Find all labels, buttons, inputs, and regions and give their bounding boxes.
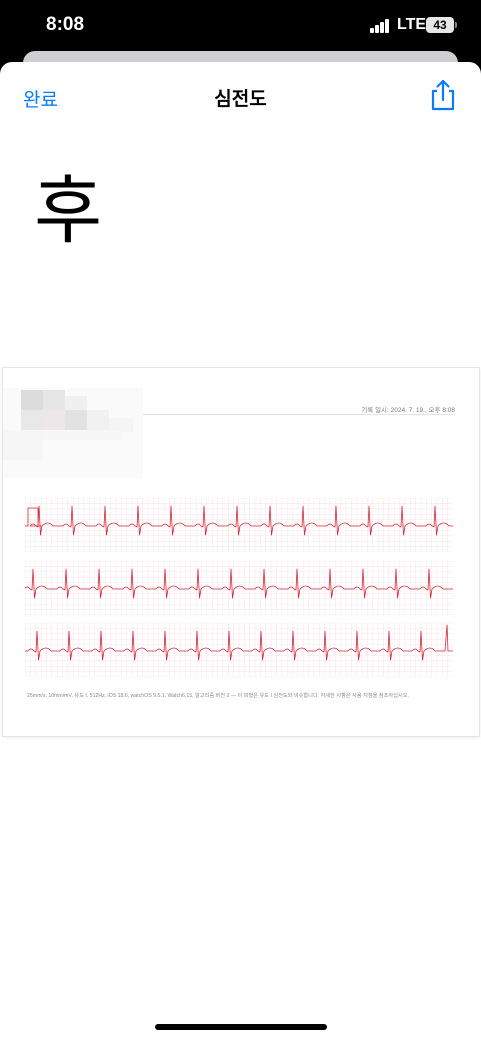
ecg-report-document: 기록 일시: 2024. 7. 19., 오후 8:08 25mm/s, 10m… bbox=[3, 368, 479, 736]
cellular-signal-icon bbox=[370, 19, 390, 33]
battery-icon: 43 bbox=[426, 17, 454, 33]
status-time: 8:08 bbox=[46, 14, 85, 35]
ecg-footer-note: 25mm/s, 10mm/mV, 유도 I, 512Hz, iOS 18.6, … bbox=[27, 693, 409, 699]
header-divider bbox=[143, 414, 455, 415]
ecg-strip-2 bbox=[25, 561, 453, 615]
redacted-personal-info bbox=[3, 388, 143, 478]
handwritten-annotation: 후 bbox=[34, 168, 103, 254]
ecg-strip-3 bbox=[25, 623, 453, 677]
share-icon[interactable] bbox=[428, 78, 458, 112]
page-title: 심전도 bbox=[214, 89, 267, 110]
ecg-strip-1 bbox=[25, 498, 453, 552]
status-bar: 8:08 LTE 43 bbox=[0, 0, 481, 52]
battery-nub bbox=[455, 22, 457, 28]
network-type: LTE bbox=[397, 16, 427, 33]
recorded-datetime: 기록 일시: 2024. 7. 19., 오후 8:08 bbox=[361, 407, 455, 414]
ecg-sheet: 완료 심전도 후 기록 일시: 2024. 7. 19., 오후 8:08 25… bbox=[0, 62, 481, 1040]
home-indicator[interactable] bbox=[155, 1024, 327, 1030]
